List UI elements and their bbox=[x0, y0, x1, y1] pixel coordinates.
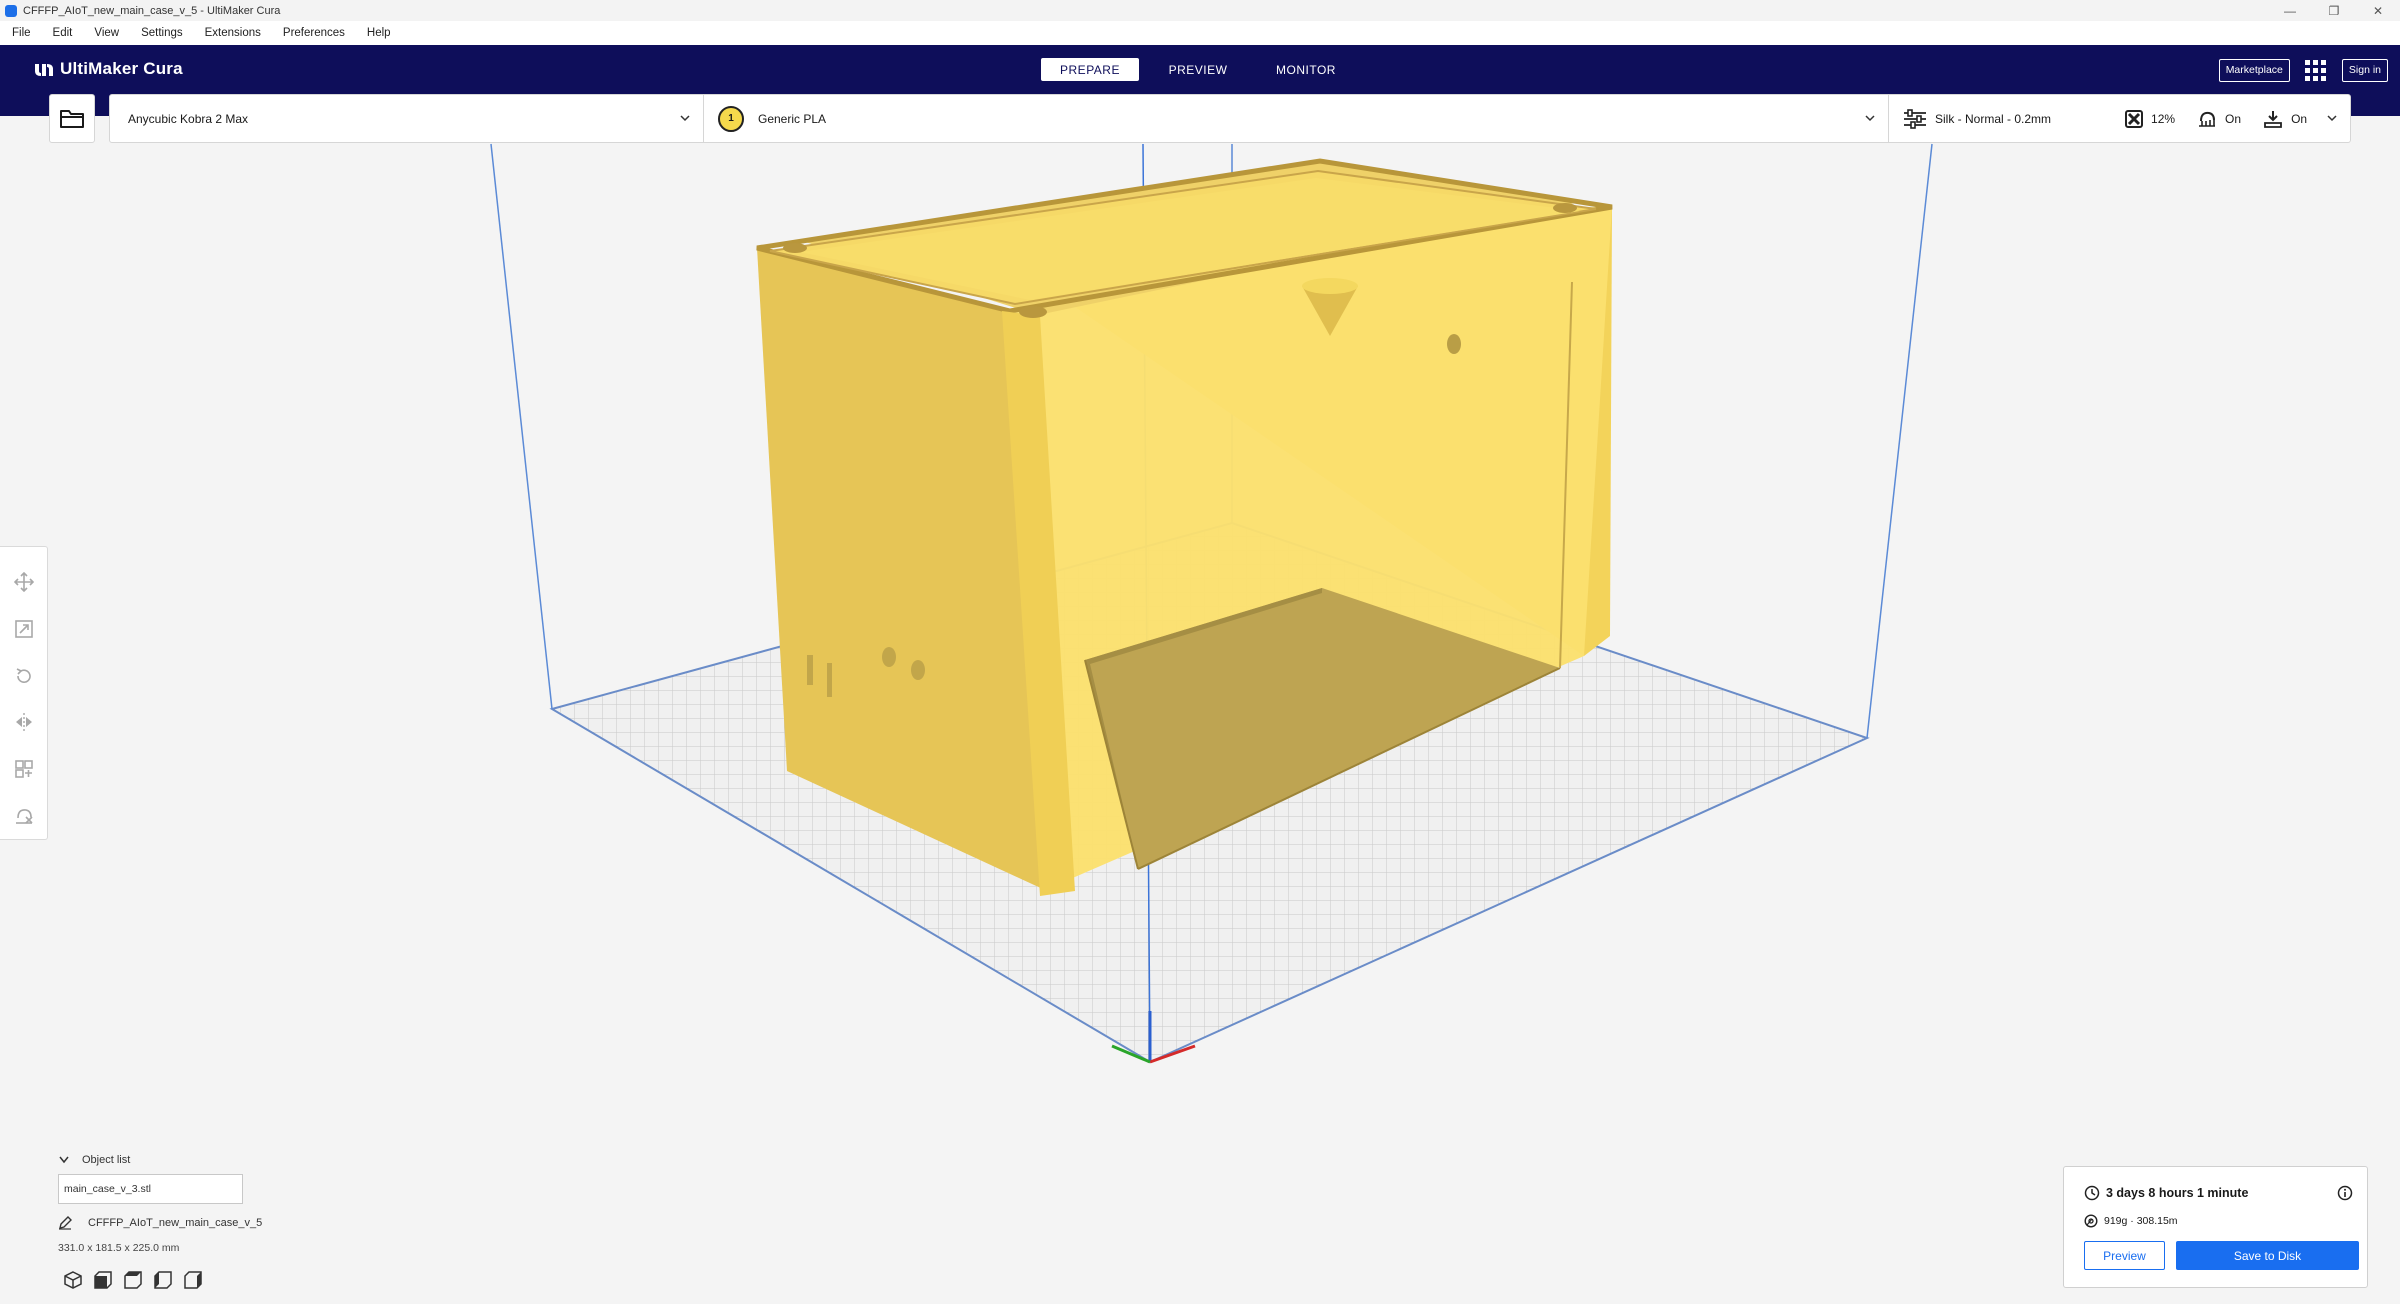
object-list-toggle[interactable]: Object list bbox=[58, 1154, 262, 1166]
view-left-button[interactable] bbox=[148, 1268, 178, 1292]
rotate-tool[interactable] bbox=[4, 652, 44, 699]
close-button[interactable]: ✕ bbox=[2356, 0, 2400, 21]
view-orientation-buttons bbox=[58, 1268, 262, 1292]
support-icon bbox=[2199, 111, 2216, 127]
stage-tabs: PREPARE PREVIEW MONITOR bbox=[1041, 58, 1365, 81]
cube-front-icon bbox=[94, 1271, 112, 1289]
view-front-button[interactable] bbox=[88, 1268, 118, 1292]
per-model-settings-icon bbox=[14, 760, 33, 778]
marketplace-button[interactable]: Marketplace bbox=[2218, 58, 2290, 82]
menu-settings[interactable]: Settings bbox=[129, 27, 193, 39]
cube-3d-icon bbox=[64, 1271, 82, 1289]
scale-tool[interactable] bbox=[4, 606, 44, 653]
mirror-icon bbox=[15, 713, 32, 732]
support-value: On bbox=[2225, 111, 2242, 126]
header-actions: Marketplace Sign in bbox=[2218, 58, 2388, 82]
object-list-panel: Object list main_case_v_3.stl CFFFP_AIoT… bbox=[58, 1154, 262, 1292]
build-volume-scene bbox=[490, 143, 1933, 1064]
printer-selector[interactable]: Anycubic Kobra 2 Max bbox=[110, 95, 704, 142]
menu-view[interactable]: View bbox=[82, 27, 129, 39]
support-blocker-icon bbox=[15, 808, 33, 824]
move-tool[interactable] bbox=[4, 559, 44, 606]
machine-config-bar: Anycubic Kobra 2 Max 1 Generic PLA Silk … bbox=[109, 94, 2351, 143]
3d-viewport[interactable] bbox=[0, 116, 2400, 1304]
infill-value: 12% bbox=[2151, 111, 2176, 126]
view-3d-button[interactable] bbox=[58, 1268, 88, 1292]
menu-edit[interactable]: Edit bbox=[41, 27, 83, 39]
save-to-disk-button[interactable]: Save to Disk bbox=[2176, 1241, 2359, 1270]
profile-item: Silk - Normal - 0.2mm bbox=[1903, 108, 2052, 129]
menu-preferences[interactable]: Preferences bbox=[271, 27, 355, 39]
scale-icon bbox=[14, 620, 33, 638]
window-title: CFFFP_AIoT_new_main_case_v_5 - UltiMaker… bbox=[23, 4, 281, 17]
material-usage: 919g · 308.15m bbox=[2104, 1215, 2178, 1227]
model-dimensions: 331.0 x 181.5 x 225.0 mm bbox=[58, 1242, 180, 1254]
tab-preview[interactable]: PREVIEW bbox=[1149, 58, 1247, 81]
chevron-down-icon bbox=[2327, 115, 2337, 122]
printer-name: Anycubic Kobra 2 Max bbox=[128, 111, 249, 126]
apps-grid-icon[interactable] bbox=[2304, 58, 2328, 82]
minimize-button[interactable]: — bbox=[2268, 0, 2312, 21]
adhesion-icon bbox=[2264, 110, 2282, 128]
print-time: 3 days 8 hours 1 minute bbox=[2106, 1186, 2249, 1200]
clock-icon bbox=[2084, 1185, 2100, 1201]
menu-extensions[interactable]: Extensions bbox=[193, 27, 271, 39]
print-settings-selector[interactable]: Silk - Normal - 0.2mm 12% On On bbox=[1889, 95, 2350, 142]
mirror-tool[interactable] bbox=[4, 699, 44, 746]
profile-name: Silk - Normal - 0.2mm bbox=[1935, 111, 2052, 126]
cura-app-icon bbox=[5, 4, 17, 17]
rotate-icon bbox=[16, 667, 31, 683]
tab-monitor[interactable]: MONITOR bbox=[1257, 58, 1355, 81]
infill-icon bbox=[2125, 109, 2144, 128]
maximize-button[interactable]: ❐ bbox=[2312, 0, 2356, 21]
window-controls: — ❐ ✕ bbox=[2268, 0, 2400, 21]
adhesion-item: On bbox=[2263, 110, 2307, 128]
cube-right-icon bbox=[184, 1271, 202, 1289]
menu-bar: File Edit View Settings Extensions Prefe… bbox=[0, 21, 2400, 45]
project-name: CFFFP_AIoT_new_main_case_v_5 bbox=[88, 1217, 263, 1229]
extruder-badge: 1 bbox=[718, 105, 744, 132]
folder-icon bbox=[60, 109, 84, 128]
print-info-panel: 3 days 8 hours 1 minute 919g · 308.15m P… bbox=[2063, 1166, 2368, 1288]
sliders-icon bbox=[1904, 108, 1926, 129]
support-item: On bbox=[2197, 110, 2241, 128]
view-right-button[interactable] bbox=[178, 1268, 208, 1292]
preview-button[interactable]: Preview bbox=[2084, 1241, 2165, 1270]
info-icon bbox=[2337, 1185, 2353, 1201]
per-model-settings-tool[interactable] bbox=[4, 746, 44, 793]
chevron-down-icon bbox=[1865, 115, 1875, 122]
object-list-title: Object list bbox=[82, 1154, 131, 1166]
move-icon bbox=[13, 572, 34, 593]
view-top-button[interactable] bbox=[118, 1268, 148, 1292]
print-info-button[interactable] bbox=[2337, 1185, 2353, 1206]
tab-prepare[interactable]: PREPARE bbox=[1041, 58, 1139, 81]
app-logo: UltiMaker Cura bbox=[34, 59, 183, 79]
project-name-row[interactable]: CFFFP_AIoT_new_main_case_v_5 bbox=[58, 1216, 262, 1230]
print-time-row: 3 days 8 hours 1 minute bbox=[2084, 1185, 2248, 1201]
transform-toolbar bbox=[0, 546, 48, 840]
window-titlebar: CFFFP_AIoT_new_main_case_v_5 - UltiMaker… bbox=[0, 0, 2400, 21]
menu-help[interactable]: Help bbox=[355, 27, 401, 39]
material-selector[interactable]: 1 Generic PLA bbox=[704, 95, 1889, 142]
cube-top-icon bbox=[124, 1271, 142, 1289]
menu-file[interactable]: File bbox=[0, 27, 41, 39]
pencil-icon bbox=[59, 1216, 72, 1230]
adhesion-value: On bbox=[2291, 111, 2308, 126]
sign-in-button[interactable]: Sign in bbox=[2341, 58, 2388, 82]
material-usage-row: 919g · 308.15m bbox=[2084, 1214, 2178, 1228]
open-file-button[interactable] bbox=[49, 94, 95, 143]
logo-text: UltiMaker Cura bbox=[60, 59, 183, 78]
cube-left-icon bbox=[154, 1271, 172, 1289]
infill-item: 12% bbox=[2125, 109, 2176, 128]
material-name: Generic PLA bbox=[758, 111, 827, 126]
chevron-down-icon bbox=[59, 1156, 69, 1164]
object-list-item[interactable]: main_case_v_3.stl bbox=[58, 1174, 243, 1204]
chevron-down-icon bbox=[680, 115, 690, 122]
support-blocker-tool[interactable] bbox=[4, 792, 44, 839]
spool-icon bbox=[2084, 1214, 2098, 1228]
ultimaker-logo-icon bbox=[35, 64, 53, 76]
